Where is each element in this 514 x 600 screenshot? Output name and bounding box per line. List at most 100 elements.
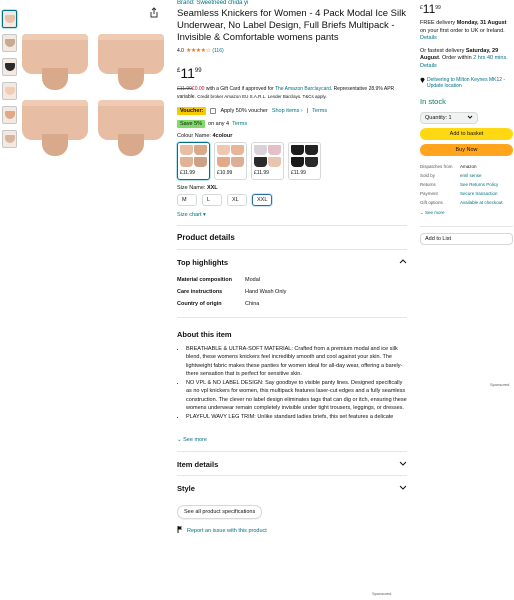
divider: [177, 317, 407, 318]
chevron-down-icon: [467, 115, 473, 121]
stock-status: In stock: [420, 97, 446, 106]
size-label-text: Size Name:: [177, 185, 206, 191]
swatch-image: [217, 145, 244, 167]
price-whole: 11: [180, 65, 195, 81]
deliver-to-link[interactable]: Delivering to Milton Keynes MK12 - Updat…: [420, 77, 513, 89]
see-more-label: See more: [183, 437, 207, 443]
save-terms-link[interactable]: Terms: [232, 121, 247, 127]
new-price: £0.00: [191, 86, 205, 92]
thumbnail-2[interactable]: [2, 34, 17, 52]
about-bullets: BREATHABLE & ULTRA-SOFT MATERIAL: Crafte…: [177, 345, 407, 435]
seller-link[interactable]: emil sense: [460, 173, 513, 178]
fastest-delivery-text: Or fastest delivery Saturday, 29 August.…: [420, 48, 513, 71]
credit-text: with a Gift Card if approved for: [204, 86, 275, 92]
spec-table: Material composition Modal Care instruct…: [177, 277, 407, 307]
quantity-select[interactable]: Quantity: 1: [420, 112, 478, 124]
meta-key: Sold by: [420, 173, 436, 178]
spec-key: Country of origin: [177, 301, 222, 307]
delivery-details-link[interactable]: Details: [420, 35, 437, 41]
buy-now-button[interactable]: Buy Now: [420, 144, 513, 156]
chevron-down-icon: ⌄: [177, 437, 182, 443]
size-label: Size Name: XXL: [177, 185, 407, 191]
seller-info: Dispatches from Amazon Sold by emil sens…: [420, 164, 513, 205]
product-info: Brand: Sweetneed chida yi Seamless Knick…: [177, 0, 407, 535]
spec-key: Care instructions: [177, 289, 223, 295]
add-to-basket-button[interactable]: Add to basket: [420, 128, 513, 140]
thumbnail-4[interactable]: [2, 82, 17, 100]
save-badge: Save 5%: [177, 120, 206, 128]
size-option-xxl[interactable]: XXL: [252, 194, 273, 206]
divider: [420, 226, 513, 227]
colour-swatches: £11.99 £10.99 £11.99 £11.99: [177, 142, 407, 180]
buybox-price: £ 11 99: [420, 3, 513, 15]
delivery-suffix: on your first order to UK or Ireland.: [420, 27, 505, 34]
shop-items-link[interactable]: Shop items ›: [272, 108, 303, 114]
colour-value: 4colour: [212, 133, 233, 139]
fastest-details-link[interactable]: Details: [420, 63, 437, 69]
thumbnail-5[interactable]: [2, 106, 17, 124]
spec-value: Hand Wash Only: [245, 289, 287, 295]
colour-swatch-3[interactable]: £11.99: [251, 142, 284, 180]
rating-value: 4.0: [177, 47, 184, 54]
product-title: Seamless Knickers for Women - 4 Pack Mod…: [177, 8, 406, 43]
barclaycard-link[interactable]: The Amazon Barclaycard: [275, 86, 331, 92]
thumbnail-3[interactable]: [2, 58, 17, 76]
item-details-heading: Item details: [177, 460, 219, 469]
colour-swatch-2[interactable]: £10.99: [214, 142, 247, 180]
gift-options-link[interactable]: Available at checkout: [460, 200, 513, 205]
credit-small-print: Credit broker Amazon EU S.A.R.L. Lender …: [197, 94, 327, 99]
size-option-l[interactable]: L: [202, 194, 222, 206]
buybox-see-more-link[interactable]: ⌄ See more: [420, 210, 513, 216]
returns-link[interactable]: See Returns Policy: [460, 182, 513, 187]
size-value: XXL: [206, 185, 218, 191]
brand-link[interactable]: Brand: Sweetneed chida yi: [177, 0, 407, 6]
top-highlights-toggle[interactable]: Top highlights: [177, 250, 407, 273]
free-delivery-text: FREE delivery Monday, 31 August on your …: [420, 20, 513, 43]
swatch-price: £11.99: [291, 170, 306, 176]
report-issue-link[interactable]: Report an issue with this product: [177, 526, 407, 535]
about-bullet: BREATHABLE & ULTRA-SOFT MATERIAL: Crafte…: [186, 345, 407, 378]
voucher-checkbox[interactable]: [210, 108, 217, 114]
meta-key: Returns: [420, 182, 436, 187]
location-pin-icon: [420, 77, 425, 89]
voucher-terms-link[interactable]: Terms: [312, 108, 327, 114]
buybox-price-whole: 11: [422, 2, 436, 16]
save-row: Save 5% on any 4 Terms: [177, 120, 407, 128]
payment-link[interactable]: Secure transaction: [460, 191, 513, 196]
save-text: on any 4: [208, 121, 230, 127]
size-option-m[interactable]: M: [177, 194, 197, 206]
star-rating-icon[interactable]: ★★★★☆: [186, 47, 211, 54]
share-icon[interactable]: [148, 6, 160, 18]
report-issue-label: Report an issue with this product: [187, 527, 267, 534]
style-heading: Style: [177, 484, 195, 493]
style-toggle[interactable]: Style: [177, 476, 407, 499]
price: £ 11 99: [177, 66, 407, 80]
see-more-link[interactable]: ⌄ See more: [177, 437, 407, 443]
main-product-image[interactable]: [20, 28, 168, 168]
top-highlights-heading: Top highlights: [177, 258, 229, 267]
old-price: £11.99: [177, 86, 192, 92]
buybox-see-more-label: See more: [425, 210, 445, 215]
divider: [177, 225, 407, 226]
size-option-xl[interactable]: XL: [227, 194, 247, 206]
item-details-toggle[interactable]: Item details: [177, 452, 407, 475]
all-specs-button[interactable]: See all product specifications: [177, 505, 263, 519]
about-heading: About this item: [177, 330, 232, 339]
sponsored-label: Sponsored: [490, 382, 510, 387]
voucher-text: Apply 50% voucher: [220, 108, 268, 114]
voucher-row: Voucher: Apply 50% voucher Shop items › …: [177, 107, 407, 115]
review-count-link[interactable]: (116): [212, 48, 223, 54]
colour-swatch-1[interactable]: £11.99: [177, 142, 210, 180]
meta-key: Gift options: [420, 200, 443, 205]
thumbnail-1[interactable]: [2, 10, 17, 28]
sponsored-label-bottom: Sponsored: [372, 591, 392, 596]
chevron-up-icon: [399, 259, 407, 266]
add-to-list-button[interactable]: Add to List: [420, 233, 513, 245]
colour-label-text: Colour Name:: [177, 133, 211, 139]
fastest-prefix: Or fastest delivery: [420, 47, 466, 54]
size-chart-link[interactable]: Size chart ▾: [177, 212, 407, 218]
thumbnail-6[interactable]: [2, 130, 17, 148]
chevron-down-icon: [399, 461, 407, 468]
colour-swatch-4[interactable]: £11.99: [288, 142, 321, 180]
countdown-time: 2 hrs 40 mins.: [473, 55, 508, 61]
